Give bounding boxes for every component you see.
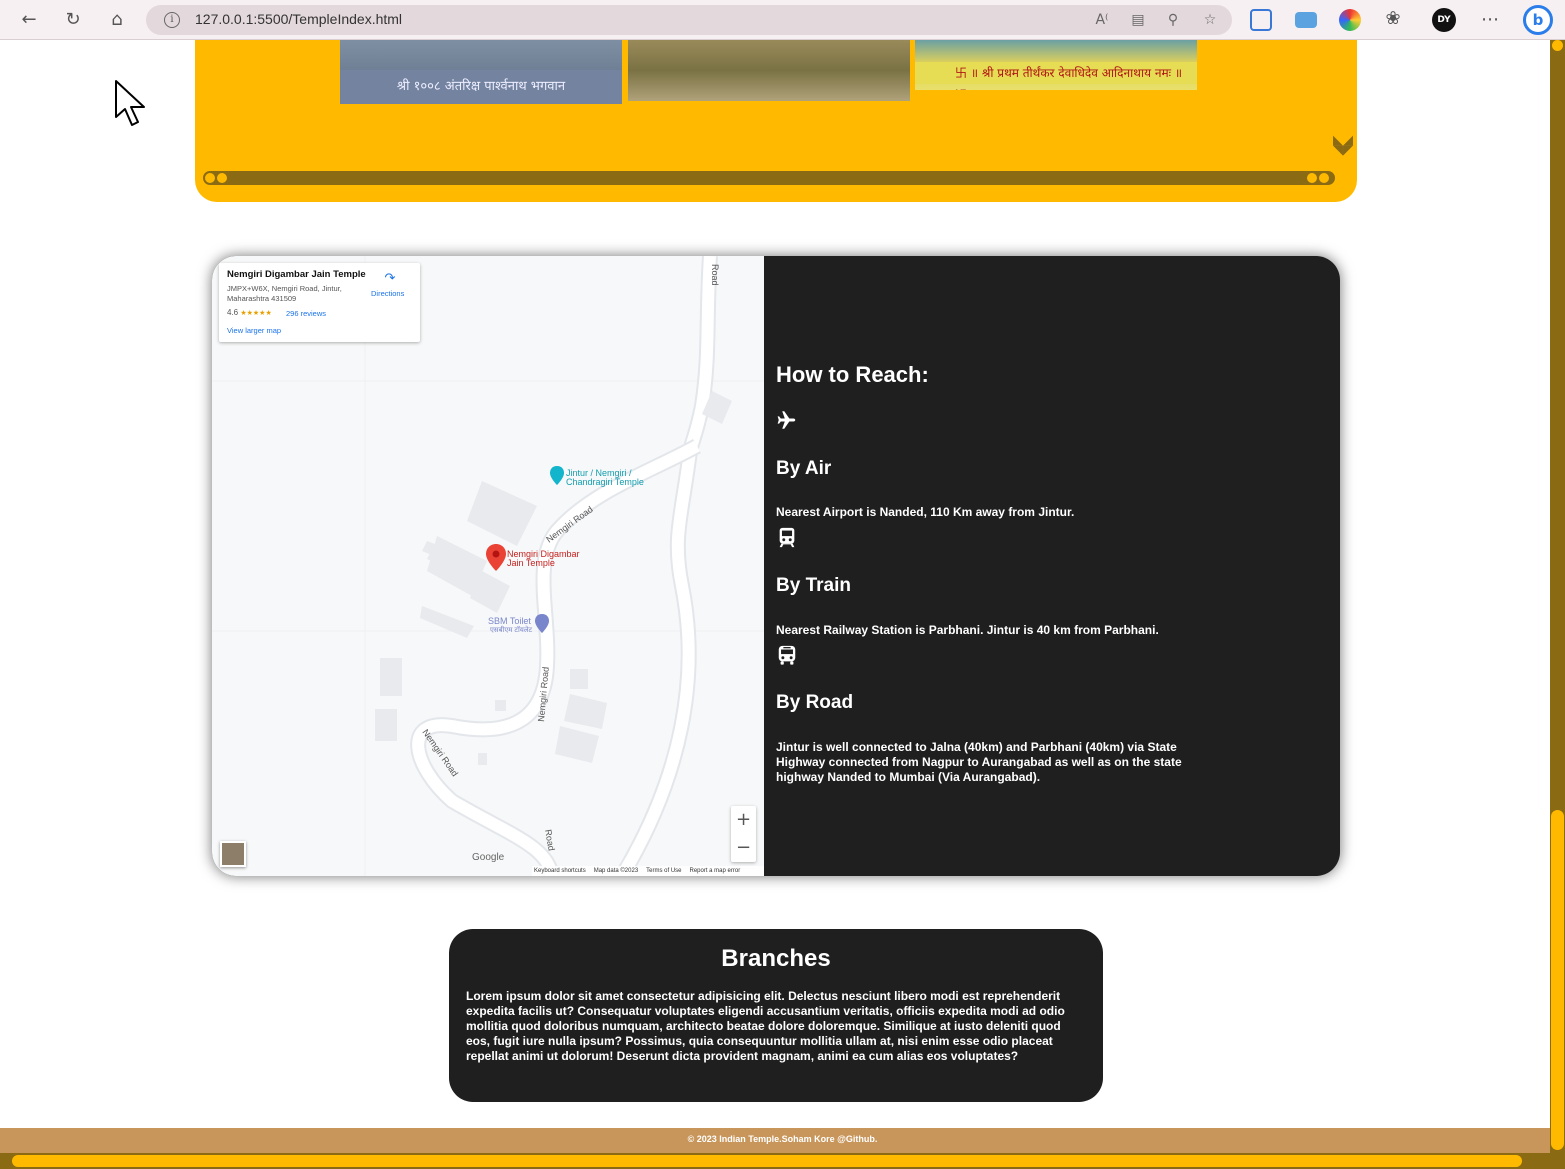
more-menu-icon[interactable]: ⋯ (1478, 8, 1502, 32)
extension-color-icon[interactable] (1339, 9, 1361, 31)
view-larger-map-link[interactable]: View larger map (227, 326, 281, 335)
map-attribution: Keyboard shortcuts Map data ©2023 Terms of… (532, 866, 764, 876)
temple-photo-1: श्री १००८ अंतरिक्ष पार्श्वनाथ भगवान (340, 40, 622, 104)
zoom-out-icon[interactable]: ⚲ (1164, 11, 1182, 29)
reviews-link[interactable]: 296 reviews (286, 309, 326, 318)
by-air-title: By Air (776, 458, 832, 479)
horizontal-scrollbar-thumb[interactable] (12, 1155, 1522, 1167)
collections-icon[interactable] (1295, 12, 1317, 28)
gallery-scroll-handle[interactable] (215, 171, 229, 185)
scrollbar-thumb[interactable] (1551, 810, 1564, 1150)
temple-gallery: श्री १००८ अंतरिक्ष पार्श्वनाथ भगवान 卐 ॥ … (195, 40, 1357, 202)
map-canvas[interactable]: Road Nemgiri Road Nemgiri Road Nemgiri R… (212, 256, 764, 876)
place-address: JMPX+W6X, Nemgiri Road, Jintur, Maharash… (227, 284, 342, 303)
address-bar[interactable]: i 127.0.0.1:5500/TempleIndex.html A⁽ ▤ ⚲… (146, 5, 1232, 35)
zoom-in-button[interactable]: + (731, 806, 756, 834)
report-error-link[interactable]: Report a map error (690, 868, 741, 874)
favorite-icon[interactable]: ☆ (1201, 11, 1219, 29)
split-screen-icon[interactable] (1250, 9, 1272, 31)
branches-text: Lorem ipsum dolor sit amet consectetur a… (466, 989, 1065, 1063)
directions-link[interactable]: Directions (371, 289, 404, 298)
directions-icon[interactable]: ↷ (383, 271, 397, 285)
temple-photo-3: 卐 ॥ श्री प्रथम तीर्थंकर देवाधिदेव आदिनाथ… (915, 40, 1197, 90)
resize-corner-icon[interactable]: ◣◢ ◥◤ (1333, 134, 1353, 157)
place-title: Nemgiri Digambar Jain Temple (227, 269, 366, 280)
back-icon[interactable]: ← (17, 8, 41, 32)
extensions-puzzle-icon[interactable]: ❀ (1381, 7, 1405, 31)
branches-section: Branches Lorem ipsum dolor sit amet cons… (449, 929, 1103, 1102)
gallery-scrollbar[interactable] (205, 171, 1335, 185)
scrollbar-top-cap (1552, 40, 1563, 51)
footer-copyright[interactable]: © 2023 Indian Temple.Soham Kore @Github. (0, 1134, 1565, 1144)
google-logo: Google (472, 852, 505, 863)
terms-link[interactable]: Terms of Use (646, 868, 681, 874)
map-label-jintur[interactable]: Jintur / Nemgiri / Chandragiri Temple (566, 469, 661, 487)
page-scrollbar[interactable] (1550, 40, 1565, 1169)
by-air-desc: Nearest Airport is Nanded, 110 Km away f… (776, 505, 1075, 519)
zoom-out-button[interactable]: − (731, 834, 756, 862)
reload-icon[interactable]: ↻ (61, 8, 85, 32)
by-train-title: By Train (776, 575, 851, 596)
plane-icon (777, 411, 796, 429)
gallery-scroll-right[interactable] (1317, 171, 1331, 185)
google-map-embed[interactable]: Road Nemgiri Road Nemgiri Road Nemgiri R… (212, 256, 764, 876)
svg-text:Road: Road (710, 264, 720, 286)
place-rating: 4.6 ★★★★★ (227, 308, 272, 317)
page-footer: © 2023 Indian Temple.Soham Kore @Github. (0, 1128, 1550, 1153)
map-label-toilet-sub: एसबीएम टॉयलेट (490, 627, 533, 634)
by-road-desc: Jintur is well connected to Jalna (40km)… (776, 740, 1182, 784)
address-url[interactable]: 127.0.0.1:5500/TempleIndex.html (195, 11, 402, 27)
read-aloud-icon[interactable]: A⁽ (1093, 11, 1111, 29)
site-info-icon[interactable]: i (164, 12, 180, 28)
map-zoom-control: + − (731, 806, 756, 862)
street-view-pegman-icon[interactable] (220, 841, 246, 867)
horizontal-scrollbar[interactable] (0, 1153, 1565, 1169)
temple-photo-2 (628, 40, 910, 101)
bing-copilot-icon[interactable]: b (1523, 5, 1553, 35)
keyboard-shortcuts-link[interactable]: Keyboard shortcuts (534, 868, 586, 874)
reach-info: How to Reach: By Air Nearest Airport is … (776, 256, 1236, 876)
browser-toolbar: ← ↻ ⌂ i 127.0.0.1:5500/TempleIndex.html … (0, 0, 1565, 40)
branches-title: Branches (721, 945, 831, 972)
by-train-desc: Nearest Railway Station is Parbhani. Jin… (776, 623, 1159, 637)
photo1-caption: श्री १००८ अंतरिक्ष पार्श्वनाथ भगवान (340, 70, 622, 104)
map-label-temple[interactable]: Nemgiri Digambar Jain Temple (507, 550, 592, 568)
train-icon (779, 527, 795, 548)
by-road-title: By Road (776, 692, 854, 713)
map-label-toilet[interactable]: SBM Toilet (488, 617, 531, 626)
photo3-caption: 卐 ॥ श्री प्रथम तीर्थंकर देवाधिदेव आदिनाथ… (915, 62, 1197, 90)
bus-icon (778, 645, 796, 665)
map-data-text: Map data ©2023 (593, 868, 639, 874)
reach-title: How to Reach: (776, 362, 929, 387)
how-to-reach-section: Road Nemgiri Road Nemgiri Road Nemgiri R… (212, 256, 1340, 876)
map-place-card: Nemgiri Digambar Jain Temple JMPX+W6X, N… (219, 263, 420, 342)
profile-avatar[interactable]: DY (1432, 8, 1456, 32)
rating-stars-icon: ★★★★★ (240, 310, 272, 317)
mouse-cursor-icon (115, 80, 145, 126)
immersive-reader-icon[interactable]: ▤ (1129, 11, 1147, 29)
home-icon[interactable]: ⌂ (105, 8, 129, 32)
